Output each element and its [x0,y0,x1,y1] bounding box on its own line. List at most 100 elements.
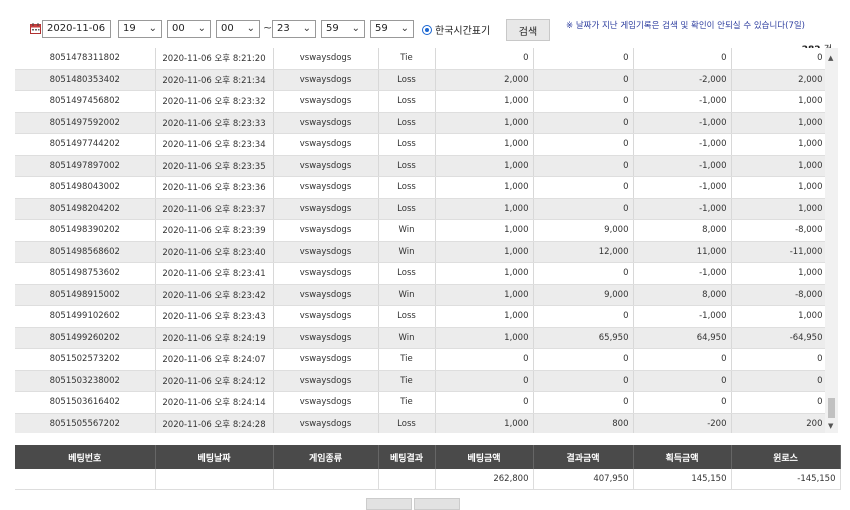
scroll-down-arrow-icon[interactable]: ▼ [828,422,833,430]
result-amount-cell: 0 [533,198,634,220]
winloss-cell: 200 [731,413,828,433]
table-row[interactable]: 8051478311802 2020-11-06 오후 8:21:20 vsways… [15,48,828,70]
bet-amount-cell: 1,000 [435,219,534,242]
bet-id-cell: 8051478311802 [15,48,156,70]
gain-amount-cell: 0 [633,48,732,70]
bet-result-cell: Tie [378,391,436,414]
summary-value-cell: 407,950 [533,469,634,490]
end-second-select[interactable]: 59 ⌄ [370,20,414,38]
table-row[interactable]: 8051498390202 2020-11-06 오후 8:23:39 vsways… [15,219,828,242]
calendar-icon[interactable] [30,23,41,34]
start-second-select[interactable]: 00 ⌄ [216,20,260,38]
bet-result-cell: Loss [378,90,436,113]
bet-time-cell: 2020-11-06 오후 8:23:43 [155,305,274,328]
bet-amount-cell: 1,000 [435,198,534,220]
table-scrollbar[interactable]: ▲ ▼ [825,48,838,433]
end-hour-select[interactable]: 23 ⌄ [272,20,316,38]
summary-value-cell [273,469,379,490]
timezone-radio[interactable]: 한국시간표기 [422,22,490,37]
bet-amount-cell: 1,000 [435,305,534,328]
notice-text: ※ 날짜가 지난 게임기록은 검색 및 확인이 안되실 수 있습니다(7일) [566,21,805,31]
table-row[interactable]: 8051498043002 2020-11-06 오후 8:23:36 vsways… [15,176,828,199]
bet-amount-cell: 0 [435,370,534,392]
table-row[interactable]: 8051498568602 2020-11-06 오후 8:23:40 vsways… [15,241,828,263]
scroll-thumb[interactable] [828,398,835,418]
gain-amount-cell: -1,000 [633,262,732,285]
bet-id-cell: 8051498390202 [15,219,156,242]
bet-time-cell: 2020-11-06 오후 8:23:41 [155,262,274,285]
table-row[interactable]: 8051497456802 2020-11-06 오후 8:23:32 vsways… [15,90,828,113]
date-input[interactable]: 2020-11-06 [42,20,111,38]
bet-result-cell: Tie [378,348,436,371]
summary-column-header: 획득금액 [633,445,732,469]
winloss-cell: 1,000 [731,198,828,220]
table-row[interactable]: 8051503616402 2020-11-06 오후 8:24:14 vsways… [15,391,828,414]
bet-amount-cell: 1,000 [435,327,534,349]
search-button[interactable]: 검색 [506,19,550,41]
summary-column-header: 게임종류 [273,445,379,469]
bet-id-cell: 8051498753602 [15,262,156,285]
bet-time-cell: 2020-11-06 오후 8:24:12 [155,370,274,392]
gain-amount-cell: 0 [633,391,732,414]
bet-amount-cell: 1,000 [435,112,534,134]
pagination-button[interactable] [414,498,460,510]
table-row[interactable]: 8051503238002 2020-11-06 오후 8:24:12 vsways… [15,370,828,392]
bet-id-cell: 8051497456802 [15,90,156,113]
pagination-button[interactable] [366,498,412,510]
result-amount-cell: 65,950 [533,327,634,349]
table-row[interactable]: 8051502573202 2020-11-06 오후 8:24:07 vsways… [15,348,828,371]
summary-column-header: 윈로스 [731,445,841,469]
bet-id-cell: 8051480353402 [15,69,156,91]
timezone-label: 한국시간표기 [435,26,491,37]
table-row[interactable]: 8051497897002 2020-11-06 오후 8:23:35 vsways… [15,155,828,177]
start-minute-select[interactable]: 00 ⌄ [167,20,211,38]
bet-id-cell: 8051498043002 [15,176,156,199]
table-row[interactable]: 8051498753602 2020-11-06 오후 8:23:41 vsways… [15,262,828,285]
table-row[interactable]: 8051497744202 2020-11-06 오후 8:23:34 vsways… [15,133,828,156]
scroll-up-arrow-icon[interactable]: ▲ [828,54,833,62]
table-row[interactable]: 8051499260202 2020-11-06 오후 8:24:19 vsways… [15,327,828,349]
bet-amount-cell: 2,000 [435,69,534,91]
end-minute-select[interactable]: 59 ⌄ [321,20,365,38]
result-amount-cell: 0 [533,69,634,91]
bet-amount-cell: 1,000 [435,155,534,177]
game-type-cell: vswaysdogs [273,90,379,113]
start-minute-value: 00 [172,23,185,34]
game-type-cell: vswaysdogs [273,241,379,263]
bet-result-cell: Loss [378,198,436,220]
start-hour-select[interactable]: 19 ⌄ [118,20,162,38]
radio-checked-icon[interactable] [422,24,432,35]
bet-amount-cell: 1,000 [435,284,534,306]
chevron-down-icon: ⌄ [351,23,360,34]
bet-result-cell: Loss [378,155,436,177]
result-amount-cell: 9,000 [533,284,634,306]
bet-time-cell: 2020-11-06 오후 8:23:39 [155,219,274,242]
table-row[interactable]: 8051480353402 2020-11-06 오후 8:21:34 vsways… [15,69,828,91]
table-row[interactable]: 8051498204202 2020-11-06 오후 8:23:37 vsways… [15,198,828,220]
bet-amount-cell: 0 [435,48,534,70]
result-amount-cell: 0 [533,370,634,392]
range-separator: ~ [263,21,273,34]
game-type-cell: vswaysdogs [273,48,379,70]
table-row[interactable]: 8051505567202 2020-11-06 오후 8:24:28 vsways… [15,413,828,433]
bet-id-cell: 8051497592002 [15,112,156,134]
results-table-scroll[interactable]: 8051478311802 2020-11-06 오후 8:21:20 vsways… [15,48,840,433]
table-row[interactable]: 8051499102602 2020-11-06 오후 8:23:43 vsways… [15,305,828,328]
summary-value-cell [15,469,156,490]
bet-id-cell: 8051497897002 [15,155,156,177]
game-type-cell: vswaysdogs [273,284,379,306]
end-minute-value: 59 [326,23,339,34]
bet-id-cell: 8051497744202 [15,133,156,156]
result-amount-cell: 0 [533,112,634,134]
gain-amount-cell: 8,000 [633,219,732,242]
game-type-cell: vswaysdogs [273,413,379,433]
bet-result-cell: Win [378,219,436,242]
bet-time-cell: 2020-11-06 오후 8:23:40 [155,241,274,263]
gain-amount-cell: -1,000 [633,198,732,220]
table-row[interactable]: 8051498915002 2020-11-06 오후 8:23:42 vsways… [15,284,828,306]
bet-time-cell: 2020-11-06 오후 8:21:34 [155,69,274,91]
summary-column-header: 베팅금액 [435,445,534,469]
gain-amount-cell: 11,000 [633,241,732,263]
summary-column-header: 베팅번호 [15,445,156,469]
table-row[interactable]: 8051497592002 2020-11-06 오후 8:23:33 vsways… [15,112,828,134]
